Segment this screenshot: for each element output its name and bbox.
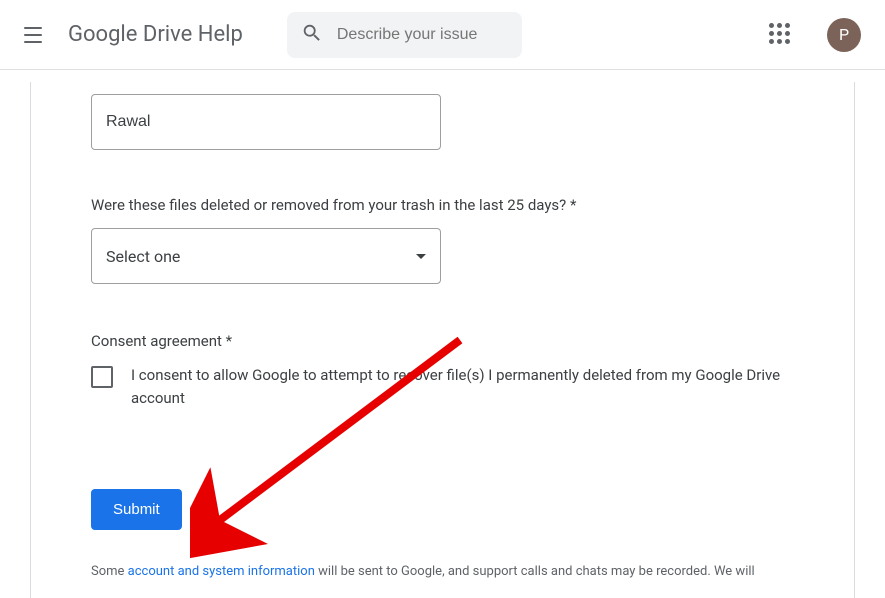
menu-icon[interactable] [24,23,48,47]
app-title: Google Drive Help [68,22,243,47]
avatar[interactable]: P [827,18,861,52]
footnote-suffix: will be sent to Google, and support call… [315,564,755,579]
search-input[interactable] [337,26,508,44]
content-area: Were these files deleted or removed from… [0,70,885,598]
footnote-prefix: Some [91,564,128,579]
footnote: Some account and system information will… [91,564,794,579]
footnote-link[interactable]: account and system information [128,564,315,579]
form-card: Were these files deleted or removed from… [30,82,855,598]
consent-checkbox[interactable] [91,366,113,388]
deletion-question-label: Were these files deleted or removed from… [91,196,794,214]
consent-text: I consent to allow Google to attempt to … [131,364,794,409]
consent-heading: Consent agreement * [91,332,794,350]
consent-row: I consent to allow Google to attempt to … [91,364,794,409]
chevron-down-icon [416,254,426,259]
submit-button[interactable]: Submit [91,489,182,530]
apps-grid-icon[interactable] [769,23,793,47]
search-icon [301,22,323,48]
name-field[interactable] [91,94,441,150]
deletion-select[interactable]: Select one [91,228,441,284]
search-box[interactable] [287,12,522,58]
header-bar: Google Drive Help P [0,0,885,70]
select-value: Select one [106,247,180,266]
